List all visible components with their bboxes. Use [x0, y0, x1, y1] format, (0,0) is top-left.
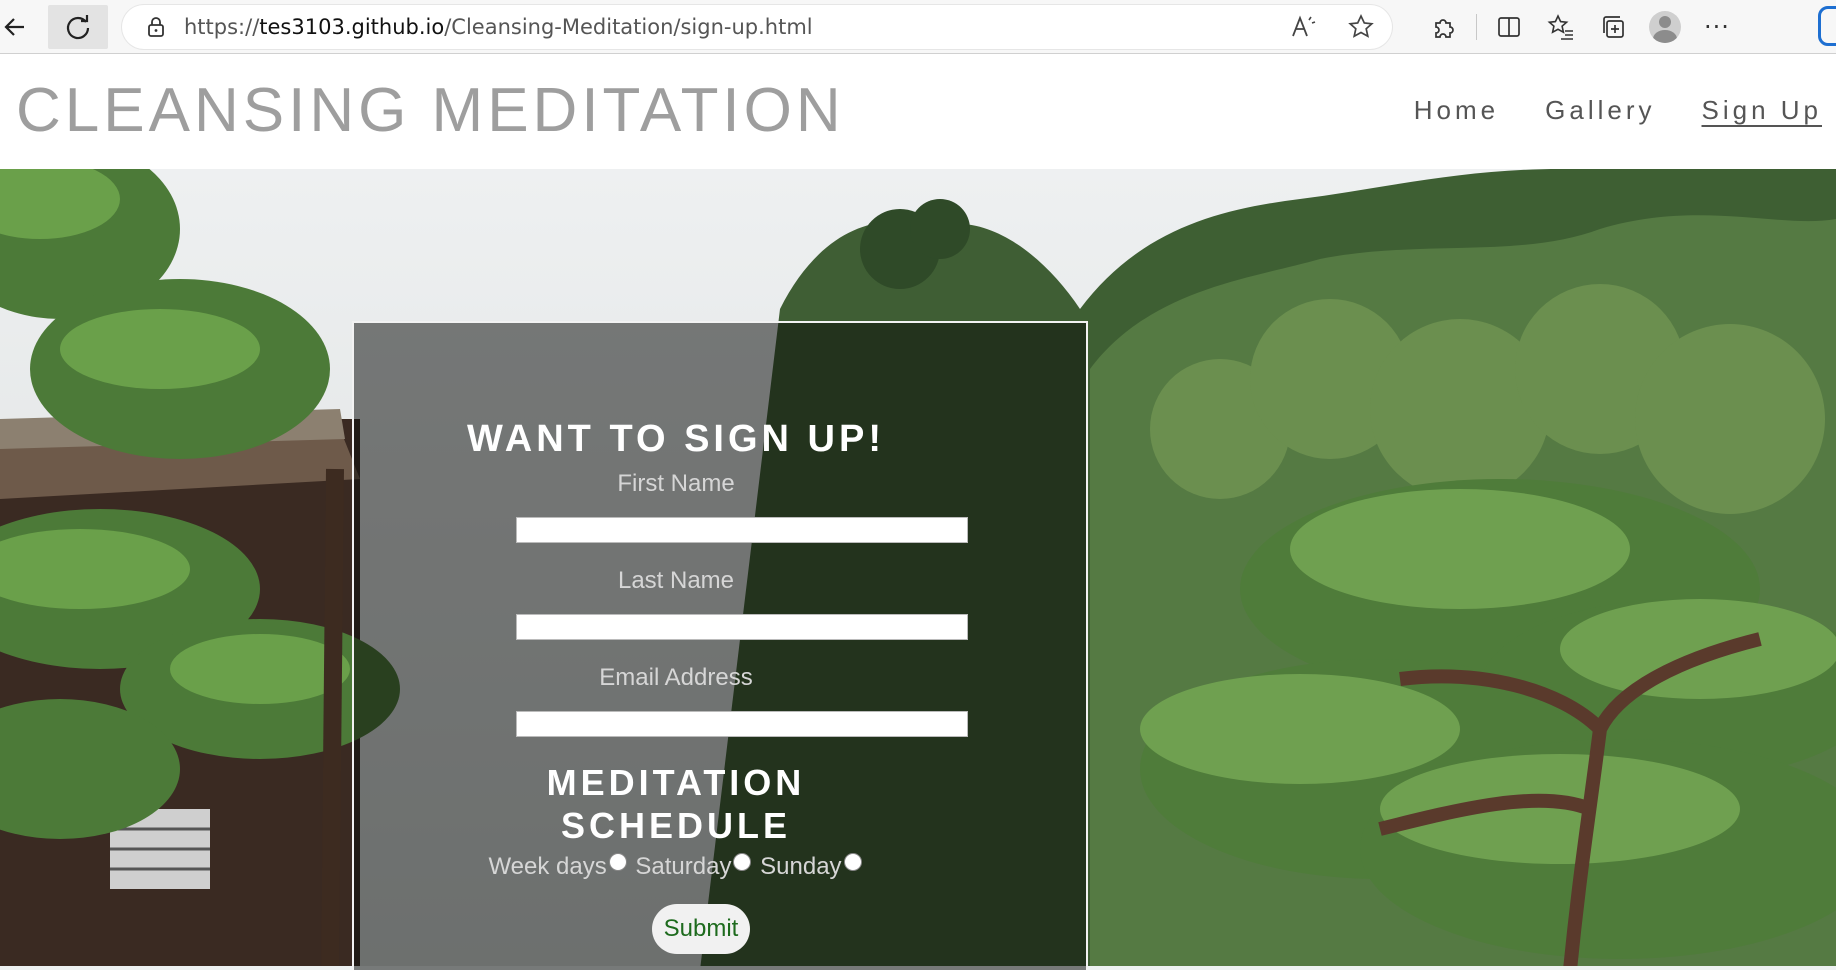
- sign-up-form: WANT TO SIGN UP! First Name Last Name Em…: [352, 321, 1088, 970]
- last-name-field[interactable]: [516, 614, 968, 640]
- favorites-list-icon[interactable]: [1535, 5, 1587, 49]
- email-field[interactable]: [516, 711, 968, 737]
- star-icon[interactable]: [1348, 13, 1374, 40]
- last-name-label: Last Name: [617, 567, 735, 594]
- first-name-label: First Name: [617, 470, 735, 497]
- first-name-field[interactable]: [516, 517, 968, 543]
- schedule-title: MEDITATION SCHEDULE: [354, 761, 998, 847]
- nav-sign-up[interactable]: Sign Up: [1702, 95, 1823, 126]
- weekdays-label: Week days: [488, 853, 607, 880]
- lock-icon[interactable]: [144, 15, 168, 39]
- saturday-radio[interactable]: [733, 853, 752, 871]
- url-path: /Cleansing-Meditation/sign-up.html: [444, 14, 813, 39]
- sunday-label: Sunday: [760, 853, 842, 880]
- read-aloud-icon[interactable]: [1290, 14, 1316, 40]
- weekdays-radio[interactable]: [608, 853, 627, 871]
- more-dots-icon[interactable]: ···: [1691, 5, 1743, 49]
- url-host: tes3103.github.io: [259, 14, 445, 39]
- puzzle-icon[interactable]: [1418, 5, 1470, 49]
- nav-home[interactable]: Home: [1414, 95, 1499, 126]
- nav-gallery[interactable]: Gallery: [1545, 95, 1655, 126]
- reload-icon[interactable]: [48, 4, 108, 49]
- site-logo[interactable]: CLEANSING MEDITATION: [16, 75, 845, 146]
- site-header: CLEANSING MEDITATION Home Gallery Sign U…: [0, 55, 1836, 169]
- profile-avatar-icon[interactable]: [1639, 5, 1691, 49]
- more-label: ···: [1704, 12, 1730, 41]
- browser-toolbar: https://tes3103.github.io/Cleansing-Medi…: [0, 0, 1836, 54]
- url-prefix: https://: [184, 14, 260, 39]
- split-screen-icon[interactable]: [1483, 5, 1535, 49]
- toolbar-divider: [1476, 13, 1477, 40]
- submit-button[interactable]: Submit: [652, 904, 750, 954]
- form-title: WANT TO SIGN UP!: [467, 418, 885, 460]
- site-nav: Home Gallery Sign Up: [1414, 95, 1822, 126]
- schedule-title-line1: MEDITATION: [546, 762, 806, 803]
- collections-icon[interactable]: [1587, 5, 1639, 49]
- saturday-label: Saturday: [635, 853, 732, 880]
- schedule-options: Week days Saturday Sunday: [354, 853, 998, 881]
- address-bar[interactable]: https://tes3103.github.io/Cleansing-Medi…: [122, 4, 1392, 49]
- back-arrow-icon[interactable]: [0, 7, 30, 47]
- schedule-title-line2: SCHEDULE: [560, 805, 792, 846]
- avatar: [1649, 10, 1681, 43]
- edge-sidebar-icon[interactable]: [1818, 6, 1836, 46]
- sunday-radio[interactable]: [843, 853, 862, 871]
- email-label: Email Address: [599, 664, 753, 691]
- url-text[interactable]: https://tes3103.github.io/Cleansing-Medi…: [184, 15, 813, 39]
